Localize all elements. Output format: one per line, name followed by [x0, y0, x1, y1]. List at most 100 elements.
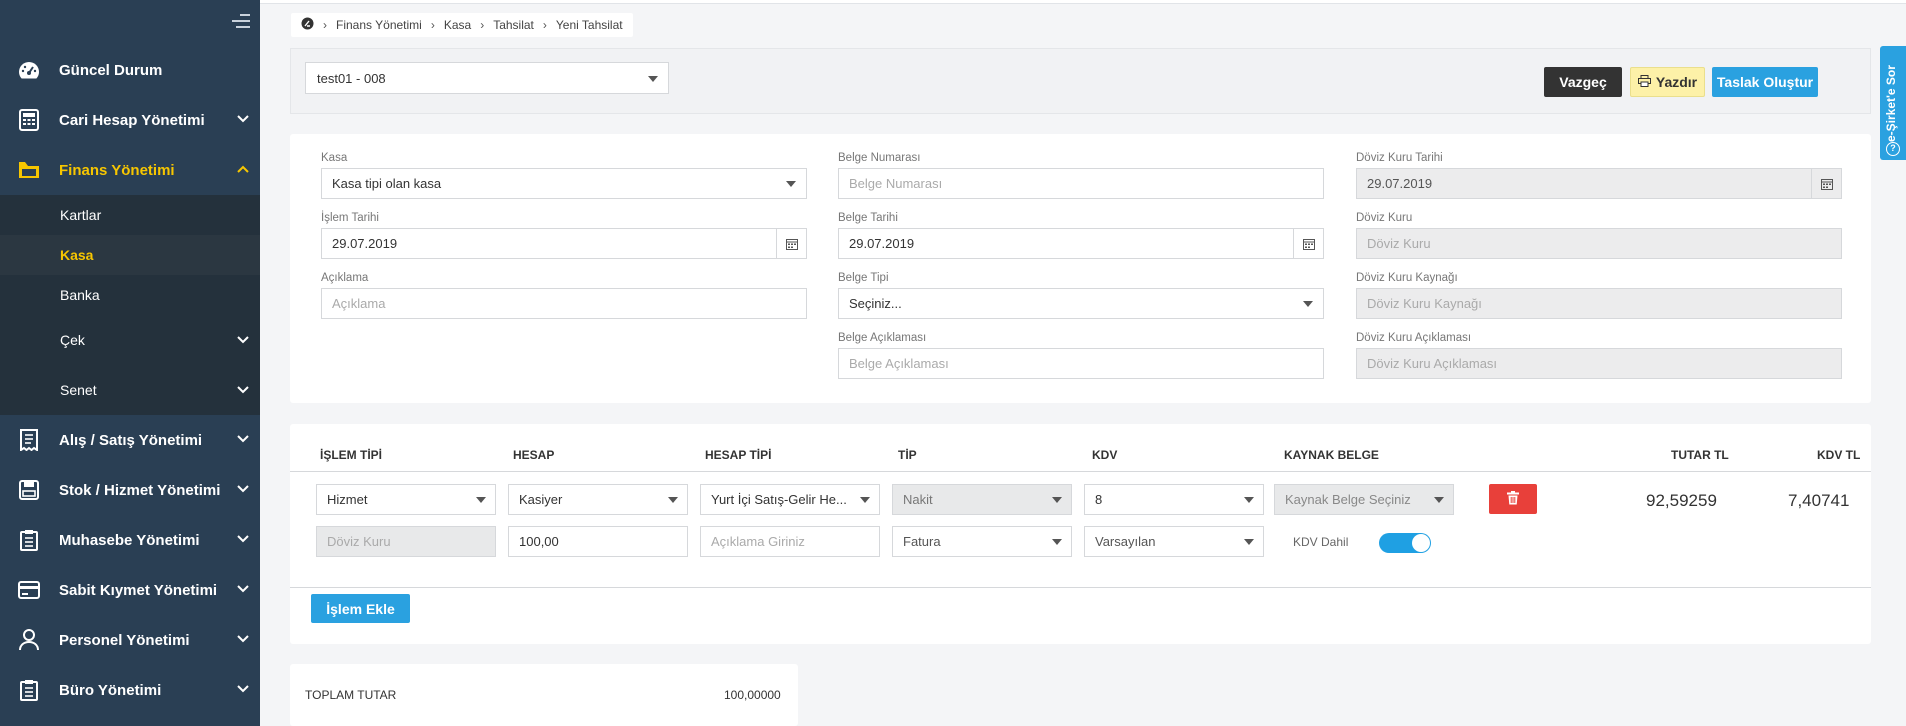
sidebar-item-label: Finans Yönetimi	[59, 161, 175, 179]
caret-down-icon	[786, 181, 796, 187]
col-header-islem-tipi: İŞLEM TİPİ	[320, 448, 383, 462]
receipt-icon	[17, 428, 41, 452]
sidebar-item-muhasebe[interactable]: Muhasebe Yönetimi	[0, 515, 260, 565]
person-icon	[17, 628, 41, 652]
islem-tipi-select[interactable]: Hizmet	[316, 484, 496, 515]
kasa-select[interactable]: Kasa tipi olan kasa	[321, 168, 807, 199]
print-button[interactable]: Yazdır	[1630, 67, 1705, 97]
sidebar-item-personel[interactable]: Personel Yönetimi	[0, 615, 260, 665]
chevron-down-icon	[236, 333, 250, 350]
credit-card-icon	[17, 578, 41, 602]
col-header-hesap: HESAP	[513, 448, 555, 462]
subitem-label: Kartlar	[60, 207, 102, 223]
amount-input[interactable]: 100,00	[508, 526, 688, 557]
finance-icon	[17, 158, 41, 182]
total-label: TOPLAM TUTAR	[305, 688, 397, 702]
subitem-label: Senet	[60, 382, 97, 398]
home-icon[interactable]	[301, 17, 314, 33]
total-panel: TOPLAM TUTAR 100,00000	[290, 664, 798, 726]
hesap-tipi-select[interactable]: Yurt İçi Satış-Gelir He...	[700, 484, 880, 515]
sidebar-item-alis-satis[interactable]: Alış / Satış Yönetimi	[0, 415, 260, 465]
belge-tarihi-field[interactable]: 29.07.2019	[838, 228, 1324, 259]
subitem-label: Banka	[60, 287, 100, 303]
doviz-kuru-kaynagi-label: Döviz Kuru Kaynağı	[1356, 272, 1458, 284]
caret-down-icon	[1434, 497, 1444, 503]
col-header-tutar-tl: TUTAR TL	[1671, 448, 1729, 462]
sidebar-subitem-banka[interactable]: Banka	[0, 275, 260, 315]
breadcrumb-item[interactable]: Tahsilat	[493, 18, 534, 32]
stock-icon	[17, 478, 41, 502]
row-doviz-kuru-placeholder: Döviz Kuru	[327, 534, 391, 549]
belge-numarasi-placeholder: Belge Numarası	[849, 176, 943, 191]
delete-row-button[interactable]	[1489, 484, 1537, 514]
add-line-button[interactable]: İşlem Ekle	[311, 594, 410, 623]
calendar-icon[interactable]	[1293, 229, 1323, 258]
belge-select[interactable]: Fatura	[892, 526, 1072, 557]
company-select-value: test01 - 008	[317, 70, 386, 86]
kdv-dahil-toggle[interactable]	[1379, 533, 1431, 553]
varsayilan-value: Varsayılan	[1095, 534, 1156, 549]
sidebar-subitem-cek[interactable]: Çek	[0, 315, 260, 365]
col-header-kaynak-belge: KAYNAK BELGE	[1284, 448, 1379, 462]
chevron-down-icon	[236, 432, 250, 450]
hesap-select[interactable]: Kasiyer	[508, 484, 688, 515]
doviz-kuru-aciklamasi-label: Döviz Kuru Açıklaması	[1356, 332, 1472, 344]
subitem-label: Çek	[60, 332, 85, 348]
sidebar: Güncel Durum Cari Hesap Yönetimi Finans …	[0, 0, 260, 726]
row-aciklama-input[interactable]: Açıklama Giriniz	[700, 526, 880, 557]
sidebar-item-label: Muhasebe Yönetimi	[59, 531, 200, 549]
belge-numarasi-input[interactable]: Belge Numarası	[838, 168, 1324, 199]
row-divider	[290, 587, 1871, 588]
create-draft-button[interactable]: Taslak Oluştur	[1712, 67, 1818, 97]
belge-tipi-label: Belge Tipi	[838, 272, 889, 284]
sidebar-item-sabit-kiymet[interactable]: Sabit Kıymet Yönetimi	[0, 565, 260, 615]
tip-select: Nakit	[892, 484, 1072, 515]
create-draft-label: Taslak Oluştur	[1716, 74, 1814, 90]
sidebar-item-finans[interactable]: Finans Yönetimi	[0, 145, 260, 195]
sidebar-subitem-kartlar[interactable]: Kartlar	[0, 195, 260, 235]
form-panel: Kasa Kasa tipi olan kasa İşlem Tarihi 29…	[290, 134, 1871, 403]
sidebar-item-guncel-durum[interactable]: Güncel Durum	[0, 45, 260, 95]
kdv-select[interactable]: 8	[1084, 484, 1264, 515]
chevron-right-icon: ›	[542, 18, 547, 32]
sidebar-item-cari-hesap[interactable]: Cari Hesap Yönetimi	[0, 95, 260, 145]
row-aciklama-placeholder: Açıklama Giriniz	[711, 534, 805, 549]
sidebar-item-label: Sabit Kıymet Yönetimi	[59, 581, 218, 599]
top-bar	[260, 0, 1906, 4]
sidebar-subitem-kasa[interactable]: Kasa	[0, 235, 260, 275]
aciklama-input[interactable]: Açıklama	[321, 288, 807, 319]
company-select[interactable]: test01 - 008	[305, 62, 669, 94]
caret-down-icon	[476, 497, 486, 503]
caret-down-icon	[1303, 301, 1313, 307]
varsayilan-select[interactable]: Varsayılan	[1084, 526, 1264, 557]
caret-down-icon	[648, 76, 658, 82]
belge-aciklamasi-input[interactable]: Belge Açıklaması	[838, 348, 1324, 379]
menu-toggle-icon[interactable]	[232, 14, 250, 28]
caret-down-icon	[1052, 539, 1062, 545]
belge-tipi-select[interactable]: Seçiniz...	[838, 288, 1324, 319]
doviz-kuru-label: Döviz Kuru	[1356, 212, 1413, 224]
col-header-tip: TİP	[898, 448, 917, 462]
chevron-right-icon: ›	[430, 18, 435, 32]
islem-tarihi-field[interactable]: 29.07.2019	[321, 228, 807, 259]
chevron-right-icon: ›	[480, 18, 485, 32]
finance-submenu: Kartlar Kasa Banka Çek Senet	[0, 195, 260, 415]
sidebar-item-stok-hizmet[interactable]: Stok / Hizmet Yönetimi	[0, 465, 260, 515]
ask-company-tab[interactable]: e-Şirket'e Sor ?	[1880, 46, 1906, 160]
breadcrumb-item[interactable]: Finans Yönetimi	[336, 18, 422, 32]
col-header-kdv: KDV	[1092, 448, 1118, 462]
belge-aciklamasi-placeholder: Belge Açıklaması	[849, 356, 949, 371]
cancel-button[interactable]: Vazgeç	[1544, 67, 1622, 97]
calendar-icon[interactable]	[776, 229, 806, 258]
sidebar-item-buro[interactable]: Büro Yönetimi	[0, 665, 260, 715]
breadcrumb-item[interactable]: Kasa	[444, 18, 471, 32]
kdv-value: 8	[1095, 492, 1103, 507]
doviz-kuru-kaynagi-placeholder: Döviz Kuru Kaynağı	[1367, 296, 1482, 311]
ask-company-label: e-Şirket'e Sor	[1884, 65, 1898, 142]
kasa-value: Kasa tipi olan kasa	[332, 176, 442, 191]
kaynak-belge-value: Kaynak Belge Seçiniz	[1285, 492, 1411, 507]
col-header-hesap-tipi: HESAP TİPİ	[705, 448, 772, 462]
kaynak-belge-select: Kaynak Belge Seçiniz	[1274, 484, 1454, 515]
sidebar-item-label: Stok / Hizmet Yönetimi	[59, 481, 221, 499]
sidebar-subitem-senet[interactable]: Senet	[0, 365, 260, 415]
